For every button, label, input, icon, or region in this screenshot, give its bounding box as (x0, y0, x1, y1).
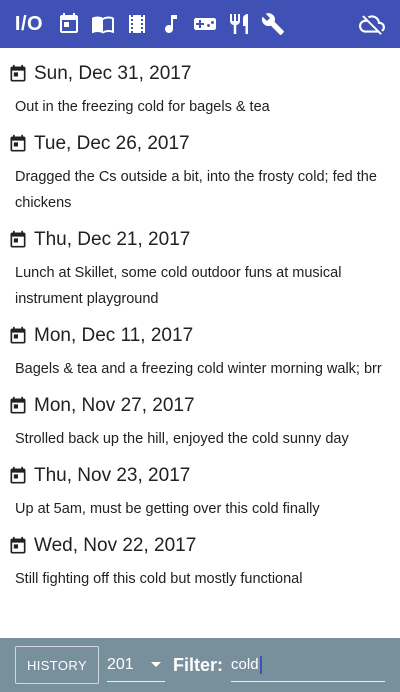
entry-date: Sun, Dec 31, 2017 (34, 63, 192, 84)
entry-header: Mon, Nov 27, 2017 (8, 392, 392, 420)
entry-header: Wed, Nov 22, 2017 (8, 532, 392, 560)
history-button[interactable]: HISTORY (15, 646, 99, 684)
entry-date: Thu, Nov 23, 2017 (34, 465, 191, 486)
entry-header: Sun, Dec 31, 2017 (8, 60, 392, 88)
text-caret (259, 655, 262, 674)
event-icon (8, 536, 28, 556)
entry-header: Thu, Nov 23, 2017 (8, 462, 392, 490)
event-icon (8, 134, 28, 154)
fork-knife-icon[interactable] (222, 0, 256, 48)
bottom-filter-bar: HISTORY 201 Filter: cold (0, 638, 400, 692)
entry-header: Tue, Dec 26, 2017 (8, 130, 392, 158)
entry-date: Wed, Nov 22, 2017 (34, 535, 197, 556)
entry-list: Sun, Dec 31, 2017 Out in the freezing co… (0, 48, 400, 638)
event-icon (8, 396, 28, 416)
dropdown-arrow-icon (151, 662, 161, 667)
top-toolbar: I/O (0, 0, 400, 48)
entry-item[interactable]: Mon, Dec 11, 2017 Bagels & tea and a fre… (8, 322, 392, 382)
entry-text: Bagels & tea and a freezing cold winter … (15, 361, 382, 377)
entry-text: Still fighting off this cold but mostly … (15, 571, 303, 587)
entry-text: Lunch at Skillet, some cold outdoor funs… (15, 265, 342, 307)
entry-header: Thu, Dec 21, 2017 (8, 226, 392, 254)
music-note-icon[interactable] (154, 0, 188, 48)
event-icon (8, 230, 28, 250)
entry-text: Out in the freezing cold for bagels & te… (15, 99, 270, 115)
entry-date: Tue, Dec 26, 2017 (34, 133, 190, 154)
entry-item[interactable]: Mon, Nov 27, 2017 Strolled back up the h… (8, 392, 392, 452)
entry-item[interactable]: Wed, Nov 22, 2017 Still fighting off thi… (8, 532, 392, 592)
entry-item[interactable]: Tue, Dec 26, 2017 Dragged the Cs outside… (8, 130, 392, 216)
calendar-icon[interactable] (52, 0, 86, 48)
entry-date: Mon, Nov 27, 2017 (34, 395, 195, 416)
cloud-off-icon[interactable] (354, 0, 390, 48)
event-icon (8, 466, 28, 486)
entry-text: Strolled back up the hill, enjoyed the c… (15, 431, 349, 447)
entry-text: Dragged the Cs outside a bit, into the f… (15, 169, 377, 211)
filter-input[interactable]: cold (231, 648, 385, 682)
entry-header: Mon, Dec 11, 2017 (8, 322, 392, 350)
film-icon[interactable] (120, 0, 154, 48)
filter-label: Filter: (173, 654, 224, 675)
wrench-icon[interactable] (256, 0, 290, 48)
event-icon (8, 64, 28, 84)
event-icon (8, 326, 28, 346)
gamepad-icon[interactable] (188, 0, 222, 48)
entry-date: Thu, Dec 21, 2017 (34, 229, 191, 250)
app: I/O Sun, Dec 31, 2017 Out in the freezin… (0, 0, 400, 692)
year-select-value: 201 (107, 655, 134, 673)
entry-item[interactable]: Thu, Dec 21, 2017 Lunch at Skillet, some… (8, 226, 392, 312)
book-icon[interactable] (86, 0, 120, 48)
entry-date: Mon, Dec 11, 2017 (34, 325, 194, 346)
entry-item[interactable]: Sun, Dec 31, 2017 Out in the freezing co… (8, 60, 392, 120)
io-button[interactable]: I/O (14, 0, 44, 48)
filter-input-value: cold (231, 656, 259, 673)
entry-text: Up at 5am, must be getting over this col… (15, 501, 320, 517)
year-select[interactable]: 201 (107, 648, 165, 682)
entry-item[interactable]: Thu, Nov 23, 2017 Up at 5am, must be get… (8, 462, 392, 522)
